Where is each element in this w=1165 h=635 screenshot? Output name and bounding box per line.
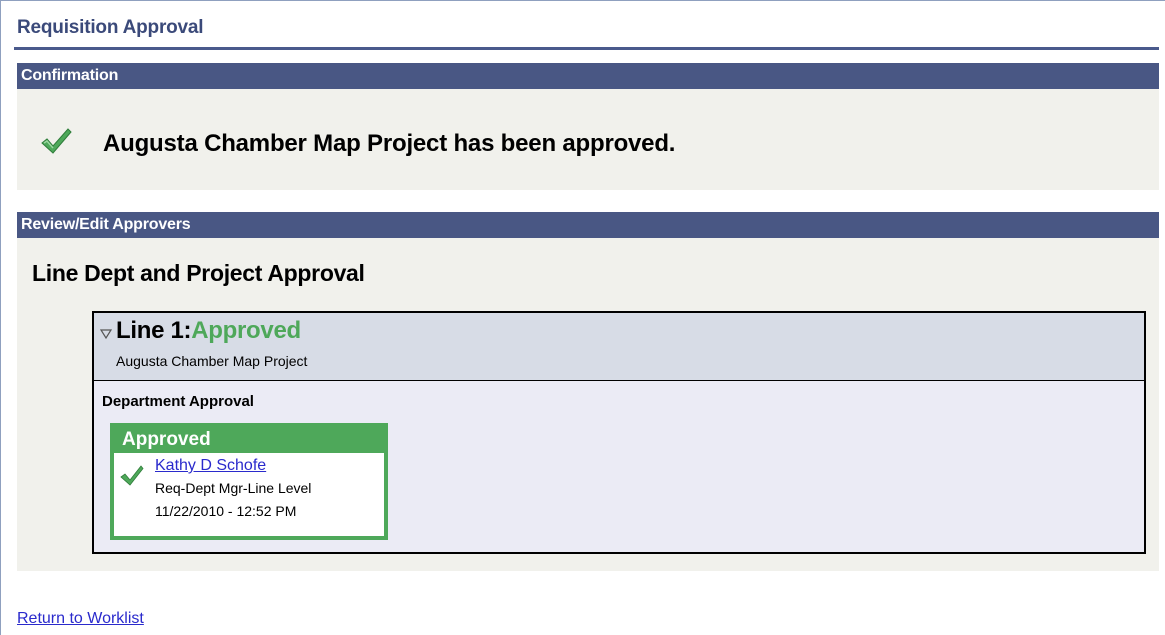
title-divider	[14, 47, 1159, 50]
review-approvers-section-header: Review/Edit Approvers	[17, 212, 1159, 238]
approval-group-title: Line Dept and Project Approval	[32, 260, 365, 286]
approver-role: Req-Dept Mgr-Line Level	[155, 480, 312, 496]
return-to-worklist-link[interactable]: Return to Worklist	[17, 610, 144, 628]
green-check-icon	[120, 465, 144, 486]
page-title: Requisition Approval	[17, 17, 204, 38]
approver-card: Approved Kathy D Schofe Req-Dept Mgr-Lin…	[110, 423, 388, 540]
line-status: Approved	[191, 317, 301, 344]
approval-timestamp: 11/22/2010 - 12:52 PM	[155, 503, 297, 519]
line-header: Line 1:Approved Augusta Chamber Map Proj…	[94, 313, 1144, 381]
line-title: Line 1:Approved	[116, 317, 301, 345]
confirmation-section-header: Confirmation	[17, 63, 1159, 89]
green-check-icon	[41, 128, 72, 154]
page-frame: Requisition Approval Confirmation August…	[0, 0, 1165, 635]
stage-label: Department Approval	[102, 393, 254, 410]
line-approval-box: Line 1:Approved Augusta Chamber Map Proj…	[92, 311, 1146, 554]
confirmation-section: Augusta Chamber Map Project has been app…	[17, 89, 1159, 190]
line-label: Line 1:	[116, 317, 192, 344]
approver-name-link[interactable]: Kathy D Schofe	[155, 457, 266, 475]
triangle-down-icon[interactable]	[100, 328, 112, 340]
review-approvers-section: Line Dept and Project Approval Line 1:Ap…	[17, 238, 1159, 571]
line-description: Augusta Chamber Map Project	[116, 353, 308, 369]
confirmation-message: Augusta Chamber Map Project has been app…	[103, 130, 676, 157]
approver-status-header: Approved	[114, 427, 384, 453]
